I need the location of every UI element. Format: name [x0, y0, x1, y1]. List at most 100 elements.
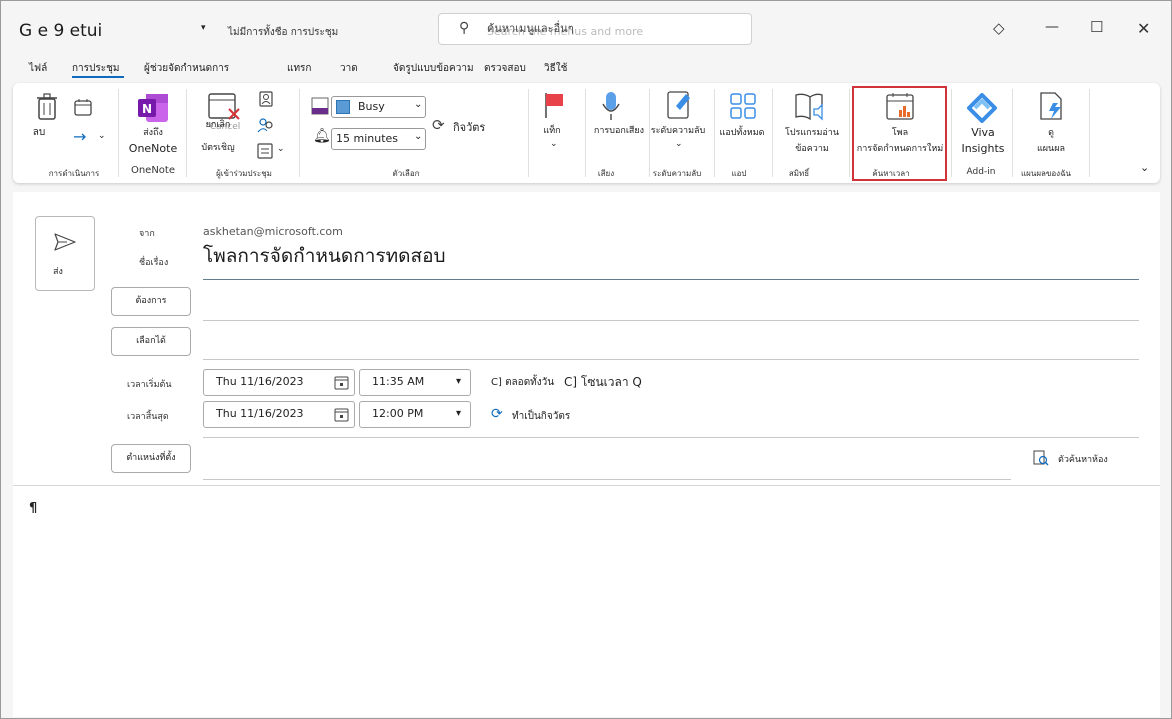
end-time-value: 12:00 PM	[372, 407, 424, 420]
invitation-label: บัตรเชิญ	[201, 143, 235, 153]
forward-icon[interactable]: →	[73, 127, 86, 146]
search-placeholder-th: ค้นหาเมนูและอื่นๆ	[487, 22, 574, 35]
time-zones-toggle[interactable]: C] โซนเวลา Q	[564, 373, 642, 392]
optional-attendees-input[interactable]	[203, 331, 1139, 357]
make-recurring-link[interactable]: ทำเป็นกิจวัตร	[512, 409, 570, 424]
show-as-select[interactable]: Busy ⌄	[331, 96, 426, 118]
send-button[interactable]: ส่ง	[35, 216, 95, 291]
room-finder-label[interactable]: ตัวค้นหาห้อง	[1058, 452, 1108, 466]
chevron-down-icon: ▾	[456, 376, 462, 387]
diamond-icon[interactable]: ◇	[993, 19, 1005, 37]
response-dropdown-icon[interactable]: ⌄	[277, 144, 285, 154]
my-day-icon[interactable]	[1039, 91, 1065, 125]
minimize-button[interactable]: —	[1045, 19, 1059, 35]
cancel-label: ยกเลิก	[205, 120, 231, 130]
outlook-window: G e 9 etui ▾ ไม่มีการทั้งชือ การประชุม ⚲…	[0, 0, 1172, 719]
tab-insert[interactable]: แทรก	[287, 61, 311, 76]
show-as-value: Busy	[358, 100, 385, 113]
subject-underline	[203, 279, 1139, 280]
reminder-select[interactable]: 15 minutes ⌄	[331, 128, 426, 150]
onenote-label: OneNote	[128, 142, 178, 155]
recurrence-icon[interactable]: ⟳	[432, 116, 445, 134]
ribbon-expand-icon[interactable]: ⌄	[1140, 161, 1149, 174]
calendar-icon[interactable]	[334, 407, 349, 425]
all-day-checkbox[interactable]: C] ตลอดทั้งวัน	[491, 375, 554, 390]
chevron-down-icon: ⌄	[414, 131, 423, 142]
sensitivity-dropdown-icon[interactable]: ⌄	[675, 139, 683, 149]
start-time-picker[interactable]: 11:35 AM ▾	[359, 369, 471, 396]
room-finder-icon[interactable]	[1033, 450, 1049, 470]
dictate-label: การบอกเสียง	[593, 126, 645, 136]
check-names-icon[interactable]	[257, 117, 275, 137]
required-attendees-input[interactable]	[203, 291, 1139, 317]
sensitivity-icon[interactable]	[666, 90, 692, 124]
window-title: G e 9 etui	[19, 21, 103, 41]
active-tab-indicator	[72, 76, 124, 78]
body-divider	[13, 485, 1160, 486]
required-attendees-button[interactable]: ต้องการ	[111, 287, 191, 316]
optional-underline	[203, 359, 1139, 360]
subject-label: ชื่อเรื่อง	[139, 258, 169, 268]
recurrence-label[interactable]: กิจวัตร	[453, 118, 485, 136]
group-myday-label: แผนผลของฉัน	[1021, 169, 1071, 178]
start-date-picker[interactable]: Thu 11/16/2023	[203, 369, 355, 396]
delete-label: ลบ	[32, 127, 46, 138]
response-options-icon[interactable]	[257, 143, 273, 163]
location-button[interactable]: ตำแหน่งที่ตั้ง	[111, 444, 191, 473]
close-button[interactable]: ✕	[1137, 19, 1150, 38]
message-body[interactable]	[13, 491, 1160, 715]
start-time-label: เวลาเริ่มต้น	[127, 380, 172, 390]
tab-meeting[interactable]: การประชุม	[72, 61, 120, 76]
search-icon: ⚲	[459, 20, 470, 36]
subject-input[interactable]: โพลการจัดกำหนดการทดสอบ	[203, 241, 446, 271]
group-actions-label: การดำเนินการ	[48, 169, 100, 178]
end-time-picker[interactable]: 12:00 PM ▾	[359, 401, 471, 428]
myday-label-1: ดู	[1048, 128, 1054, 138]
ribbon-separator	[849, 89, 850, 177]
tab-review[interactable]: ตรวจสอบ	[484, 61, 526, 76]
tab-help[interactable]: วิธีใช้	[544, 61, 567, 76]
chevron-down-icon: ⌄	[414, 99, 423, 110]
group-attendees-label: ผู้เข้าร่วมประชุม	[216, 169, 272, 178]
end-date-picker[interactable]: Thu 11/16/2023	[203, 401, 355, 428]
ribbon-separator	[714, 89, 715, 177]
send-icon	[53, 232, 77, 256]
optional-attendees-button[interactable]: เลือกได้	[111, 327, 191, 356]
location-input[interactable]	[203, 447, 1011, 475]
recurrence-icon[interactable]: ⟳	[491, 406, 503, 422]
chevron-down-icon: ▾	[456, 408, 462, 419]
tab-file[interactable]: ไฟล์	[29, 61, 47, 76]
tab-scheduling-assistant[interactable]: ผู้ช่วยจัดกำหนดการ	[144, 61, 229, 76]
microphone-icon[interactable]	[601, 90, 621, 126]
address-book-icon[interactable]	[259, 91, 273, 111]
forward-dropdown-icon[interactable]: ⌄	[98, 131, 106, 141]
group-immersive-label: สมิทธิ์	[788, 169, 810, 178]
location-underline	[203, 479, 1011, 480]
tags-dropdown-icon[interactable]: ⌄	[550, 139, 558, 149]
ribbon-separator	[186, 89, 187, 177]
tab-draw[interactable]: วาด	[340, 61, 358, 76]
calendar-move-icon[interactable]	[74, 98, 92, 120]
quick-action-text: ไม่มีการทั้งชือ การประชุม	[228, 27, 339, 38]
ribbon-separator	[951, 89, 952, 177]
dropdown-icon[interactable]: ▾	[201, 23, 206, 33]
calendar-icon[interactable]	[334, 375, 349, 393]
flag-icon[interactable]	[543, 91, 565, 123]
reminder-value: 15 minutes	[336, 132, 399, 145]
start-time-value: 11:35 AM	[372, 375, 425, 388]
myday-label-2: แผนผล	[1036, 144, 1065, 154]
apps-grid-icon[interactable]	[729, 92, 757, 124]
tab-format-text[interactable]: จัดรูปแบบข้อความ	[393, 61, 474, 76]
viva-label-1: Viva	[971, 126, 995, 139]
from-value: askhetan@microsoft.com	[203, 225, 343, 238]
trash-icon[interactable]	[36, 93, 58, 125]
immersive-reader-icon[interactable]	[794, 91, 828, 125]
reader-label: โปรแกรมอ่านข้อความ	[784, 128, 839, 154]
apps-label: แอปทั้งหมด	[719, 128, 765, 138]
maximize-button[interactable]: ☐	[1090, 18, 1103, 36]
viva-insights-icon[interactable]	[965, 91, 999, 127]
tags-label: แท็ก	[543, 126, 561, 136]
onenote-icon[interactable]: N	[136, 92, 170, 128]
search-box[interactable]: ⚲ Search the menus and more ค้นหาเมนูและ…	[438, 13, 752, 45]
ribbon-separator	[1089, 89, 1090, 177]
